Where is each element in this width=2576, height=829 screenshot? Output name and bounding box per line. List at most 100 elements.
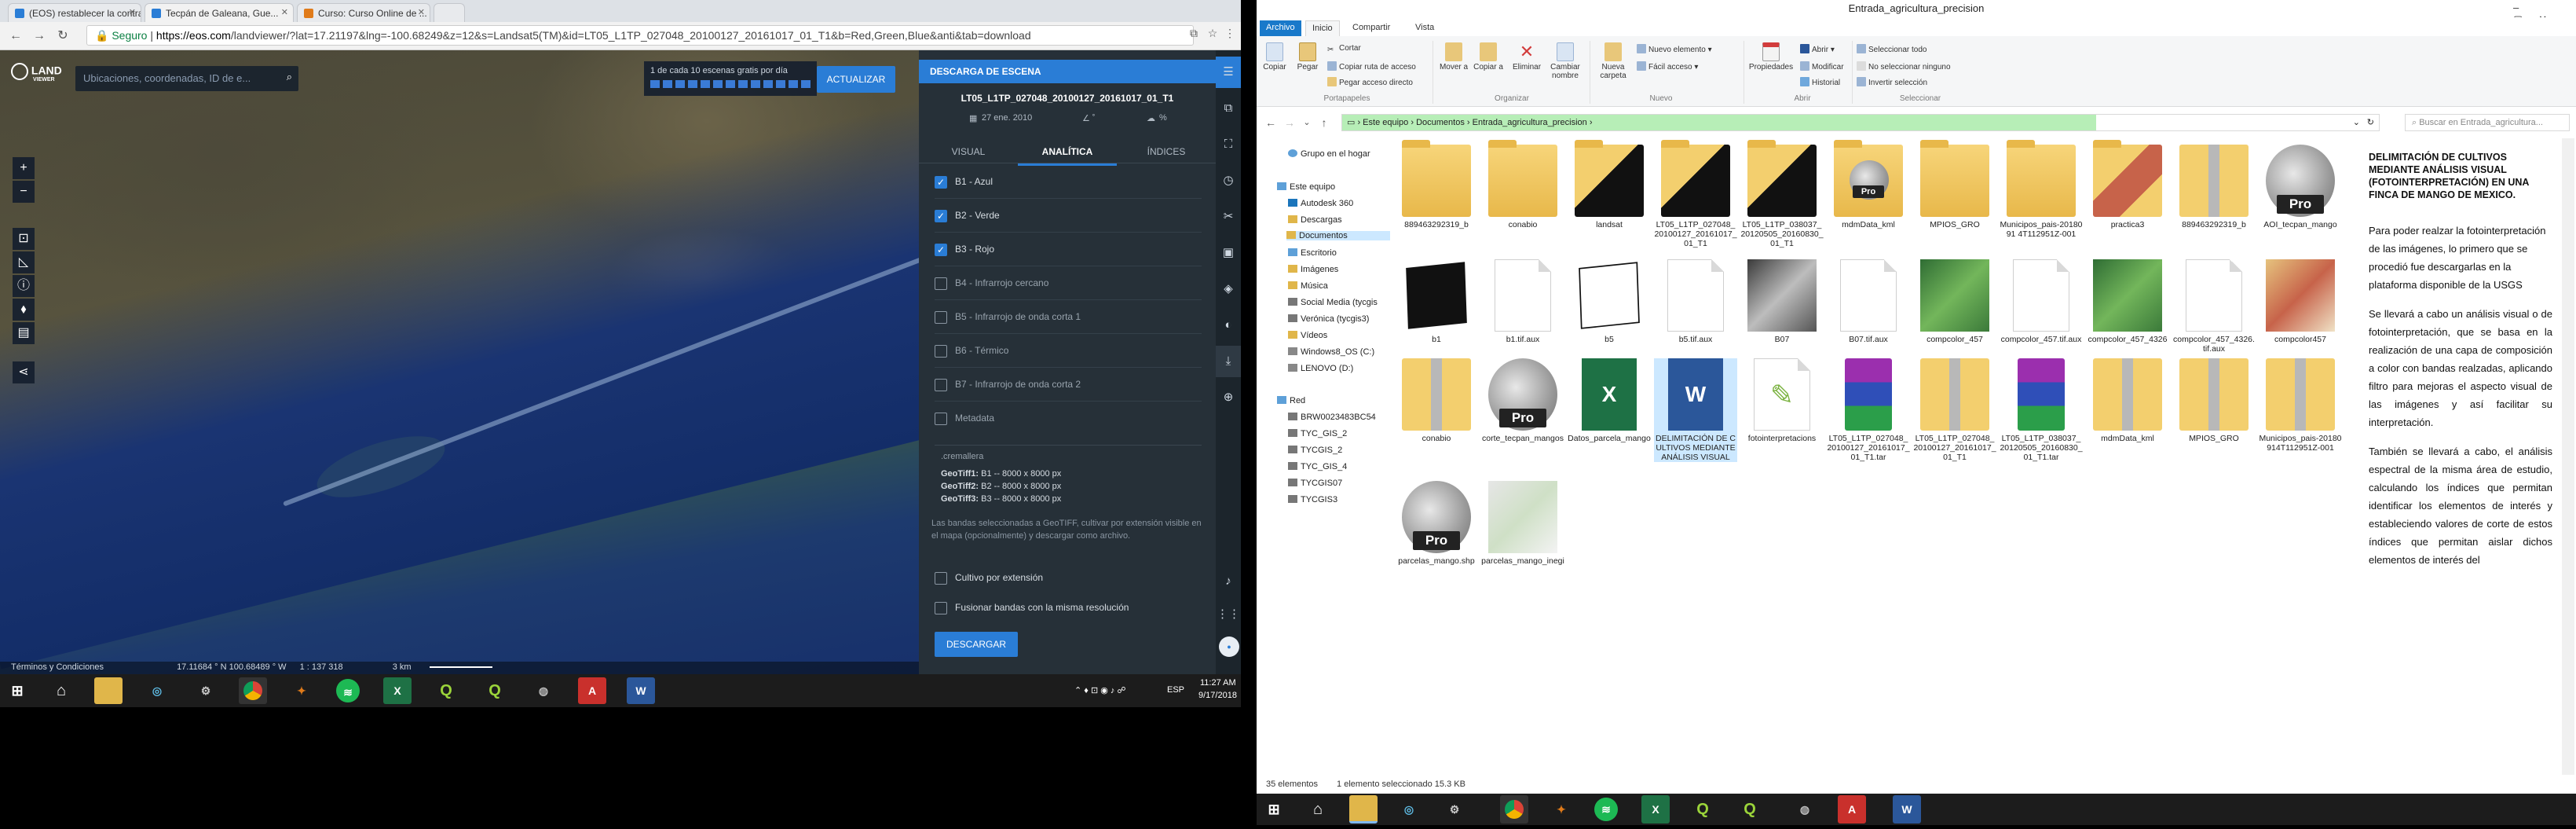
nav-item-drive-c[interactable]: Windows8_OS (C:) — [1288, 347, 1374, 357]
update-button[interactable]: ACTUALIZAR — [817, 66, 895, 93]
nav-item-tycgis3[interactable]: TYCGIS3 — [1288, 495, 1337, 504]
qgis-2-icon[interactable]: Q — [1736, 795, 1764, 823]
download-icon[interactable]: ⤓ — [1216, 346, 1241, 377]
easy-access-button[interactable]: Fácil acceso ▾ — [1637, 61, 1698, 72]
file-item[interactable]: LT05_L1TP_027048_20100127_20161017_01_T1… — [1827, 358, 1910, 462]
tab-vista[interactable]: Vista — [1409, 20, 1440, 36]
forward-icon[interactable]: → — [1282, 115, 1297, 130]
fullscreen-icon[interactable]: ⛶ — [1216, 129, 1241, 160]
search-icon[interactable]: ⌕ — [287, 71, 292, 83]
download-button[interactable]: DESCARGAR — [935, 632, 1018, 657]
file-item[interactable]: LT05_L1TP_027048_20100127_20161017_01_T1 — [1654, 140, 1737, 248]
clock-icon[interactable]: ◷ — [1216, 165, 1241, 196]
file-item[interactable]: b5 — [1568, 259, 1651, 344]
compass-icon[interactable]: ⊕ — [1216, 382, 1241, 413]
nav-item-this-pc[interactable]: Este equipo — [1277, 182, 1335, 192]
nav-item-desktop[interactable]: Escritorio — [1288, 248, 1337, 258]
open-button[interactable]: Abrir ▾ — [1800, 44, 1835, 54]
breadcrumb-item[interactable]: Entrada_agricultura_precision — [1473, 118, 1587, 127]
checkbox[interactable] — [935, 311, 947, 324]
earth-icon[interactable]: ◍ — [1791, 795, 1819, 823]
select-none-button[interactable]: No seleccionar ninguno — [1857, 61, 1951, 72]
file-item[interactable]: Pro corte_tecpan_mangos — [1481, 358, 1564, 443]
reload-icon[interactable]: ↻ — [55, 28, 71, 44]
properties-button[interactable]: Propiedades — [1748, 42, 1794, 72]
file-item[interactable]: conabio — [1395, 358, 1478, 443]
dropdown-icon[interactable]: ⌄ — [2353, 117, 2360, 127]
gis-app-icon[interactable]: ◎ — [143, 677, 171, 704]
file-item[interactable]: Municipos_pais-2018091 4T112951Z-001 — [2000, 140, 2083, 239]
history-button[interactable]: Historial — [1800, 77, 1840, 87]
share-icon[interactable]: ⋖ — [13, 361, 35, 383]
file-item[interactable]: compcolor_457_4326 — [2086, 259, 2169, 344]
apps-icon[interactable]: ⋮⋮ — [1216, 599, 1241, 630]
recent-icon[interactable]: ⌄ — [1299, 115, 1315, 130]
file-item[interactable]: W DELIMITACIÓN DE CULTIVOS MEDIANTE ANÁLI… — [1654, 358, 1737, 462]
stack-icon[interactable]: ◈ — [1216, 273, 1241, 305]
chrome-icon[interactable] — [239, 677, 267, 704]
preview-scrollbar[interactable] — [2562, 138, 2574, 775]
tools-icon[interactable]: ✂ — [1216, 201, 1241, 233]
new-item-button[interactable]: Nuevo elemento ▾ — [1637, 44, 1712, 54]
file-item[interactable]: mdmData_kml — [2086, 358, 2169, 443]
tab-indices[interactable]: ÍNDICES — [1117, 146, 1216, 157]
breadcrumb-item[interactable]: Este equipo — [1363, 118, 1408, 127]
url-bar[interactable]: 🔒 Seguro | https://eos.com/landviewer/?l… — [86, 25, 1194, 46]
nav-item-videos[interactable]: Vídeos — [1288, 331, 1327, 340]
spotify-icon[interactable]: ≋ — [336, 679, 360, 702]
file-item[interactable]: b1.tif.aux — [1481, 259, 1564, 344]
file-item[interactable]: Municipos_pais-20180914T112951Z-001 — [2259, 358, 2342, 453]
menu-icon[interactable]: ⋮ — [1222, 27, 1238, 42]
file-explorer-icon[interactable] — [1349, 795, 1378, 823]
close-icon[interactable]: ✕ — [418, 7, 425, 17]
settings-app-icon[interactable]: ⚙ — [192, 677, 220, 704]
nav-item-network[interactable]: Red — [1277, 396, 1305, 405]
menu-icon[interactable]: ☰ — [1216, 57, 1241, 88]
translate-icon[interactable]: ⧉ — [1186, 27, 1202, 42]
home-icon[interactable]: ⌂ — [47, 677, 75, 704]
up-icon[interactable]: ↑ — [1316, 115, 1332, 130]
zoom-in-icon[interactable]: + — [13, 157, 35, 179]
nav-item-autodesk[interactable]: Autodesk 360 — [1288, 199, 1353, 208]
file-item[interactable]: MPIOS_GRO — [1913, 140, 1996, 229]
file-item[interactable]: practica3 — [2086, 140, 2169, 229]
breadcrumb-item[interactable]: Documentos — [1416, 118, 1465, 127]
file-item[interactable]: parcelas_mango_inegi — [1481, 481, 1564, 566]
file-item[interactable]: 889463292319_b — [1395, 140, 1478, 229]
file-item[interactable]: Pro AOI_tecpan_mango — [2259, 145, 2342, 229]
checkbox-checked[interactable]: ✓ — [935, 176, 947, 189]
tray-icons[interactable]: ⌃ ♦ ⊡ ◉ ♪ ☍ — [1074, 685, 1126, 695]
zoom-out-icon[interactable]: − — [13, 181, 35, 203]
nav-item-brw[interactable]: BRW0023483BC54 — [1288, 413, 1376, 422]
language-indicator[interactable]: ESP — [1167, 685, 1184, 695]
crop-icon[interactable]: ⊡ — [13, 228, 35, 250]
file-item[interactable]: compcolor457 — [2259, 259, 2342, 344]
file-item[interactable]: compcolor_457 — [1913, 259, 1996, 344]
file-item[interactable]: Pro parcelas_mango.shp — [1395, 481, 1478, 566]
nav-item-music[interactable]: Música — [1288, 281, 1328, 291]
nav-item-documents[interactable]: Documentos — [1286, 231, 1390, 240]
checkbox[interactable] — [935, 345, 947, 358]
tab-compartir[interactable]: Compartir — [1346, 20, 1396, 36]
contrast-icon[interactable]: ◐ — [1216, 310, 1241, 341]
file-item[interactable]: LT05_L1TP_038037_20120505_20160830_01_T1 — [1740, 140, 1824, 248]
file-item[interactable]: compcolor_457.tif.aux — [2000, 259, 2083, 344]
qgis-2-icon[interactable]: Q — [481, 677, 509, 704]
gis-app-icon[interactable]: ◎ — [1395, 795, 1423, 823]
chrome-icon[interactable] — [1500, 795, 1528, 823]
move-to-button[interactable]: Mover a — [1437, 42, 1470, 72]
file-item[interactable]: B07.tif.aux — [1827, 259, 1910, 344]
chat-avatar-icon[interactable]: ● — [1219, 636, 1239, 657]
image-icon[interactable]: ▣ — [1216, 237, 1241, 269]
nav-item-homegroup[interactable]: Grupo en el hogar — [1288, 149, 1370, 159]
excel-icon[interactable]: X — [383, 677, 412, 704]
file-item[interactable]: Pro mdmData_kml — [1827, 140, 1910, 229]
copy-to-button[interactable]: Copiar a — [1472, 42, 1505, 72]
breadcrumb[interactable]: ▭ › Este equipo › Documentos › Entrada_a… — [1341, 114, 2380, 131]
file-item[interactable]: conabio — [1481, 140, 1564, 229]
back-icon[interactable]: ← — [8, 28, 24, 44]
nav-item-drive-d[interactable]: LENOVO (D:) — [1288, 364, 1353, 373]
forward-icon[interactable]: → — [31, 28, 47, 44]
invert-selection-button[interactable]: Invertir selección — [1857, 77, 1927, 87]
new-folder-button[interactable]: Nueva carpeta — [1594, 42, 1632, 80]
